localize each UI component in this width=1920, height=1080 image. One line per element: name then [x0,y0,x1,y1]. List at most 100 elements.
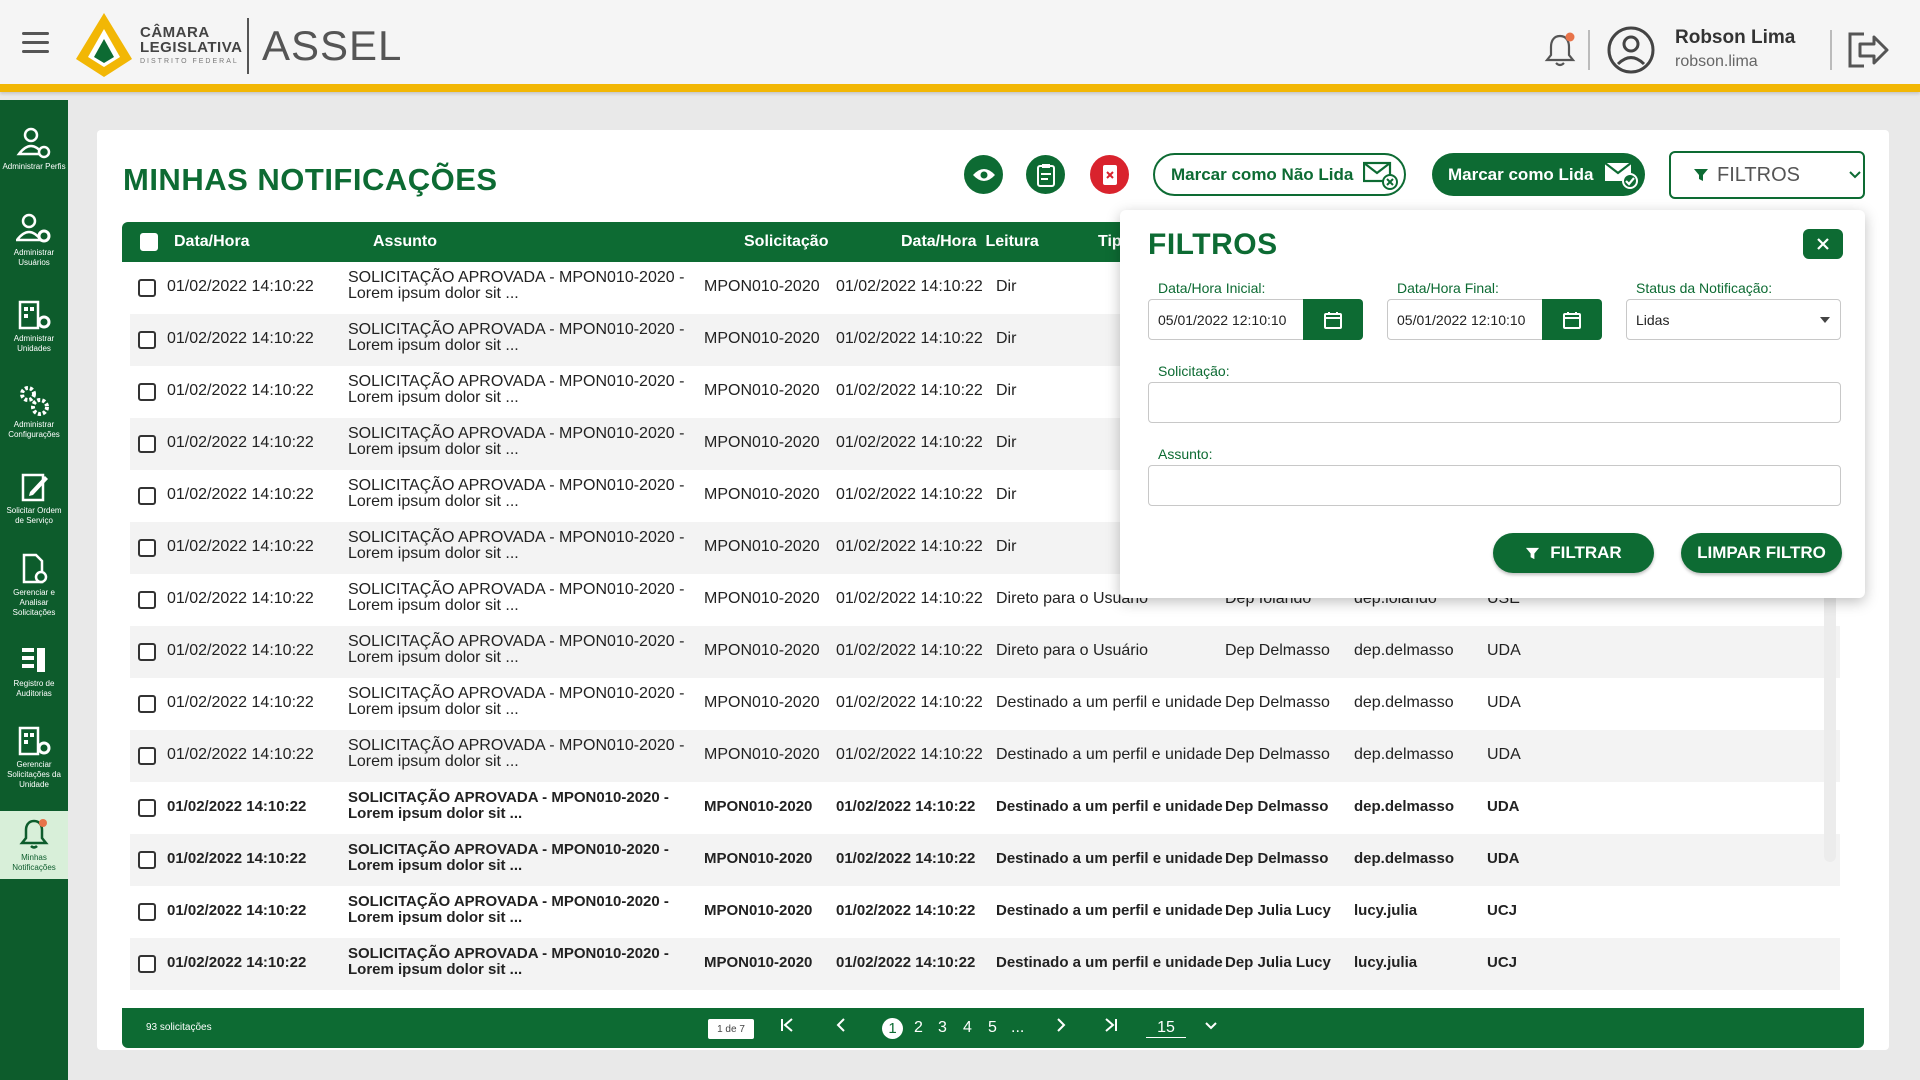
user-login: robson.lima [1675,53,1758,70]
column-header-solicitacao[interactable]: Solicitação [744,233,828,251]
sidebar-item-label: Administrar Configurações [8,420,60,439]
row-checkbox[interactable] [138,331,156,349]
clipboard-button[interactable] [1026,155,1065,194]
hamburger-menu-icon[interactable] [22,32,49,54]
sidebar-item-gerenciar-analisar[interactable]: Gerenciar e Analisar Solicitações [0,552,68,618]
sidebar-item-solicitar-ordem[interactable]: Solicitar Ordem de Serviço [0,470,68,526]
table-row[interactable]: 01/02/2022 14:10:22 MPON010-2020 01/02/202… [130,938,1840,990]
filter-icon [1526,547,1540,559]
page-1[interactable]: 1 [882,1018,903,1039]
column-header-leitura[interactable]: Data/Hora Leitura [901,233,1039,251]
filters-dropdown-button[interactable]: FILTROS [1669,151,1865,199]
view-button[interactable] [964,155,1003,194]
cell-unidade: UDA [1487,746,1521,763]
table-row[interactable]: 01/02/2022 14:10:22 MPON010-2020 01/02/202… [130,782,1840,834]
page-5[interactable]: 5 [988,1019,997,1037]
sidebar-item-administrar-perfis[interactable]: Administrar Perfis [0,126,68,172]
cell-leitura: 01/02/2022 14:10:22 [836,486,983,503]
mark-unread-button[interactable]: Marcar como Não Lida [1153,153,1406,196]
mark-read-button[interactable]: Marcar como Lida [1432,153,1645,196]
logout-icon[interactable] [1846,30,1890,70]
row-checkbox[interactable] [138,799,156,817]
previous-page-icon[interactable] [836,1017,846,1038]
row-checkbox[interactable] [138,591,156,609]
cell-assunto-line-2: Lorem ipsum dolor sit ... [348,649,519,666]
first-page-icon[interactable] [780,1017,794,1038]
cell-assunto-line-2: Lorem ipsum dolor sit ... [348,389,519,406]
cell-assunto-line-1: SOLICITAÇÃO APROVADA - MPON010-2020 - [348,425,685,442]
cell-tipo: Destinado a um perfil e unidade [996,694,1222,711]
sidebar-item-administrar-unidades[interactable]: Administrar Unidades [0,298,68,354]
page-indicator: 1 de 7 [708,1019,754,1039]
start-date-input[interactable]: 05/01/2022 12:10:10 [1148,299,1304,340]
sidebar-item-label: Administrar Usuários [13,248,55,267]
subject-input[interactable] [1148,465,1841,506]
clear-filter-button[interactable]: LIMPAR FILTRO [1681,533,1842,573]
row-checkbox[interactable] [138,279,156,297]
close-filters-button[interactable] [1803,229,1843,259]
sidebar-item-administrar-usuarios[interactable]: Administrar Usuários [0,212,68,268]
cell-tipo: Dir [996,382,1017,399]
row-checkbox[interactable] [138,539,156,557]
delete-button[interactable] [1090,155,1129,194]
start-date-calendar-button[interactable] [1303,299,1363,340]
cell-solicitacao: MPON010-2020 [704,694,820,711]
sidebar-item-registro-auditorias[interactable]: Registro de Auditorias [0,643,68,699]
sidebar-item-gerenciar-unidade[interactable]: Gerenciar Solicitações da Unidade [0,724,68,790]
cell-login: dep.delmasso [1354,642,1454,659]
cell-assunto-line-1: SOLICITAÇÃO APROVADA - MPON010-2020 - [348,841,669,858]
cell-assunto-line-2: Lorem ipsum dolor sit ... [348,337,519,354]
cell-solicitacao: MPON010-2020 [704,330,820,347]
cell-assunto-line-1: SOLICITAÇÃO APROVADA - MPON010-2020 - [348,581,685,598]
page-4[interactable]: 4 [963,1019,972,1037]
mail-check-icon [1603,161,1638,189]
column-header-assunto[interactable]: Assunto [373,233,437,251]
column-header-datahora[interactable]: Data/Hora [174,233,250,251]
cell-login: dep.delmasso [1354,746,1454,763]
row-checkbox[interactable] [138,851,156,869]
page-3[interactable]: 3 [938,1019,947,1037]
status-select[interactable]: Lidas [1626,299,1841,340]
row-checkbox[interactable] [138,747,156,765]
filter-button[interactable]: FILTRAR [1493,533,1654,573]
per-page-select[interactable]: 15 [1146,1019,1186,1038]
page-2[interactable]: 2 [914,1019,923,1037]
next-page-icon[interactable] [1056,1017,1066,1038]
request-input[interactable] [1148,382,1841,423]
table-row[interactable]: 01/02/2022 14:10:22 MPON010-2020 01/02/202… [130,678,1840,730]
table-row[interactable]: 01/02/2022 14:10:22 MPON010-2020 01/02/202… [130,834,1840,886]
row-checkbox[interactable] [138,383,156,401]
cell-datahora: 01/02/2022 14:10:22 [167,798,307,815]
sidebar-item-minhas-notificacoes[interactable]: Minhas Notificações [0,811,68,879]
sidebar-item-administrar-configuracoes[interactable]: Administrar Configurações [0,384,68,440]
row-checkbox[interactable] [138,643,156,661]
cell-solicitacao: MPON010-2020 [704,902,813,919]
select-all-checkbox[interactable] [140,233,158,251]
end-date-calendar-button[interactable] [1542,299,1602,340]
table-row[interactable]: 01/02/2022 14:10:22 MPON010-2020 01/02/202… [130,886,1840,938]
page-title: MINHAS NOTIFICAÇÕES [123,162,498,197]
row-checkbox[interactable] [138,695,156,713]
end-date-input[interactable]: 05/01/2022 12:10:10 [1387,299,1543,340]
last-page-icon[interactable] [1104,1017,1118,1038]
sidebar-item-label: Administrar Unidades [13,334,55,353]
cell-tipo: Destinado a um perfil e unidade [996,954,1223,971]
notification-bell-icon[interactable] [1544,32,1576,68]
sidebar-item-label: Administrar Perfis [2,162,66,171]
row-checkbox[interactable] [138,903,156,921]
table-row[interactable]: 01/02/2022 14:10:22 MPON010-2020 01/02/202… [130,730,1840,782]
chevron-down-icon[interactable] [1204,1018,1218,1035]
clipboard-icon [1036,163,1055,187]
cell-leitura: 01/02/2022 14:10:22 [836,902,976,919]
cell-nome: Dep Delmasso [1225,850,1329,867]
avatar[interactable] [1606,25,1656,75]
cldf-logo-icon [76,13,132,77]
cell-tipo: Direto para o Usuário [996,642,1149,659]
table-row[interactable]: 01/02/2022 14:10:22 MPON010-2020 01/02/202… [130,626,1840,678]
cell-unidade: UDA [1487,694,1521,711]
filter-button-label: FILTRAR [1550,543,1622,562]
row-checkbox[interactable] [138,435,156,453]
row-checkbox[interactable] [138,487,156,505]
row-checkbox[interactable] [138,955,156,973]
cell-solicitacao: MPON010-2020 [704,434,820,451]
